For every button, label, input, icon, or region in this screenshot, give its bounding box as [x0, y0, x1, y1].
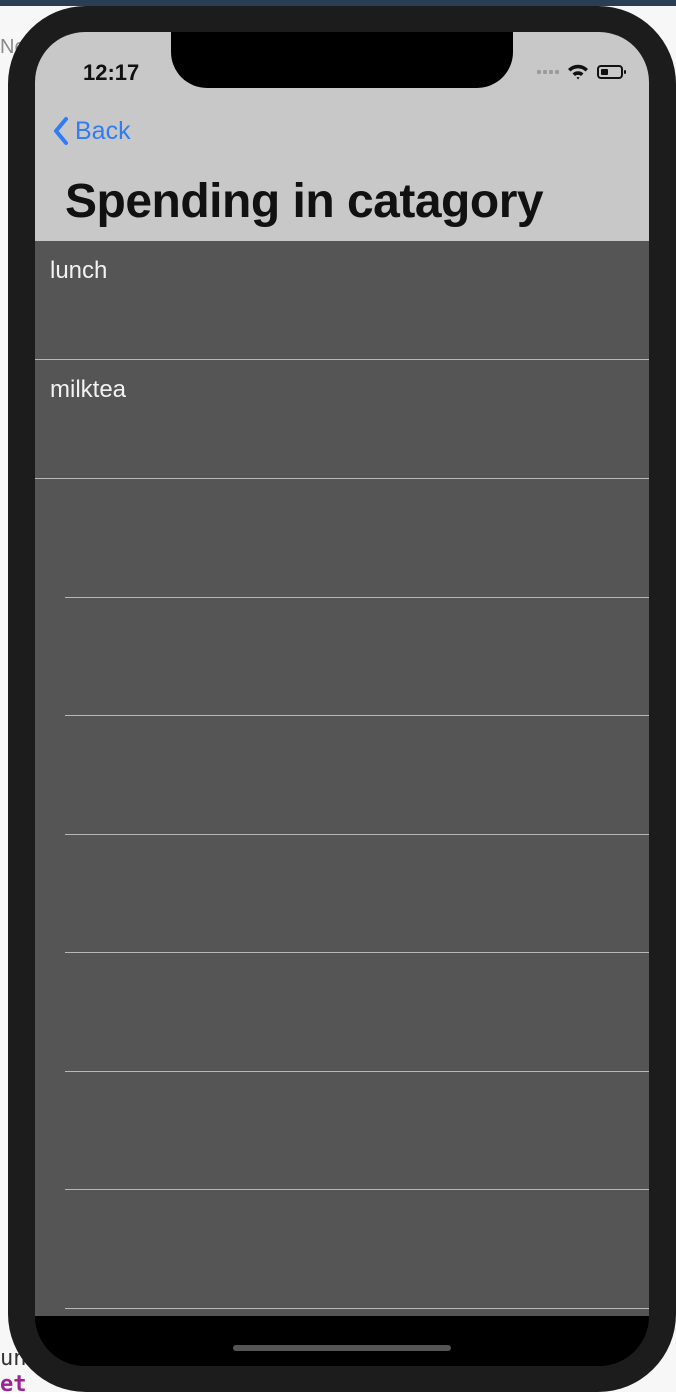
- list-item-label: milktea: [50, 376, 127, 403]
- keyword-text: et: [0, 1372, 27, 1397]
- back-button[interactable]: Back: [53, 116, 131, 146]
- device-notch: [171, 32, 513, 88]
- empty-row: [35, 479, 649, 597]
- cellular-signal-icon: [537, 70, 559, 74]
- list-item-label: lunch: [50, 257, 108, 284]
- list-item[interactable]: milktea: [35, 360, 649, 478]
- wifi-icon: [568, 64, 588, 80]
- spending-list[interactable]: lunch milktea: [35, 241, 649, 1316]
- empty-row: [35, 1190, 649, 1308]
- editor-code-keyword: et: [0, 1372, 27, 1397]
- list-item[interactable]: lunch: [35, 241, 649, 359]
- iphone-simulator-frame: 12:17 Back Spending in catagory lunch mi…: [8, 6, 676, 1392]
- status-time: 12:17: [83, 60, 140, 85]
- home-indicator-area: [35, 1316, 649, 1366]
- home-indicator[interactable]: [233, 1345, 451, 1351]
- empty-row: [35, 953, 649, 1071]
- page-title: Spending in catagory: [65, 175, 544, 228]
- battery-level: [601, 69, 608, 75]
- empty-row: [35, 835, 649, 953]
- empty-row: [35, 598, 649, 716]
- battery-tip: [624, 70, 626, 74]
- row-separator: [65, 1308, 649, 1309]
- empty-row: [35, 716, 649, 834]
- empty-row: [35, 1072, 649, 1190]
- status-icons: [537, 62, 626, 82]
- back-button-label: Back: [75, 116, 131, 145]
- device-screen: 12:17 Back Spending in catagory lunch mi…: [35, 32, 649, 1366]
- battery-icon: [597, 65, 626, 79]
- chevron-left-icon: [54, 117, 68, 145]
